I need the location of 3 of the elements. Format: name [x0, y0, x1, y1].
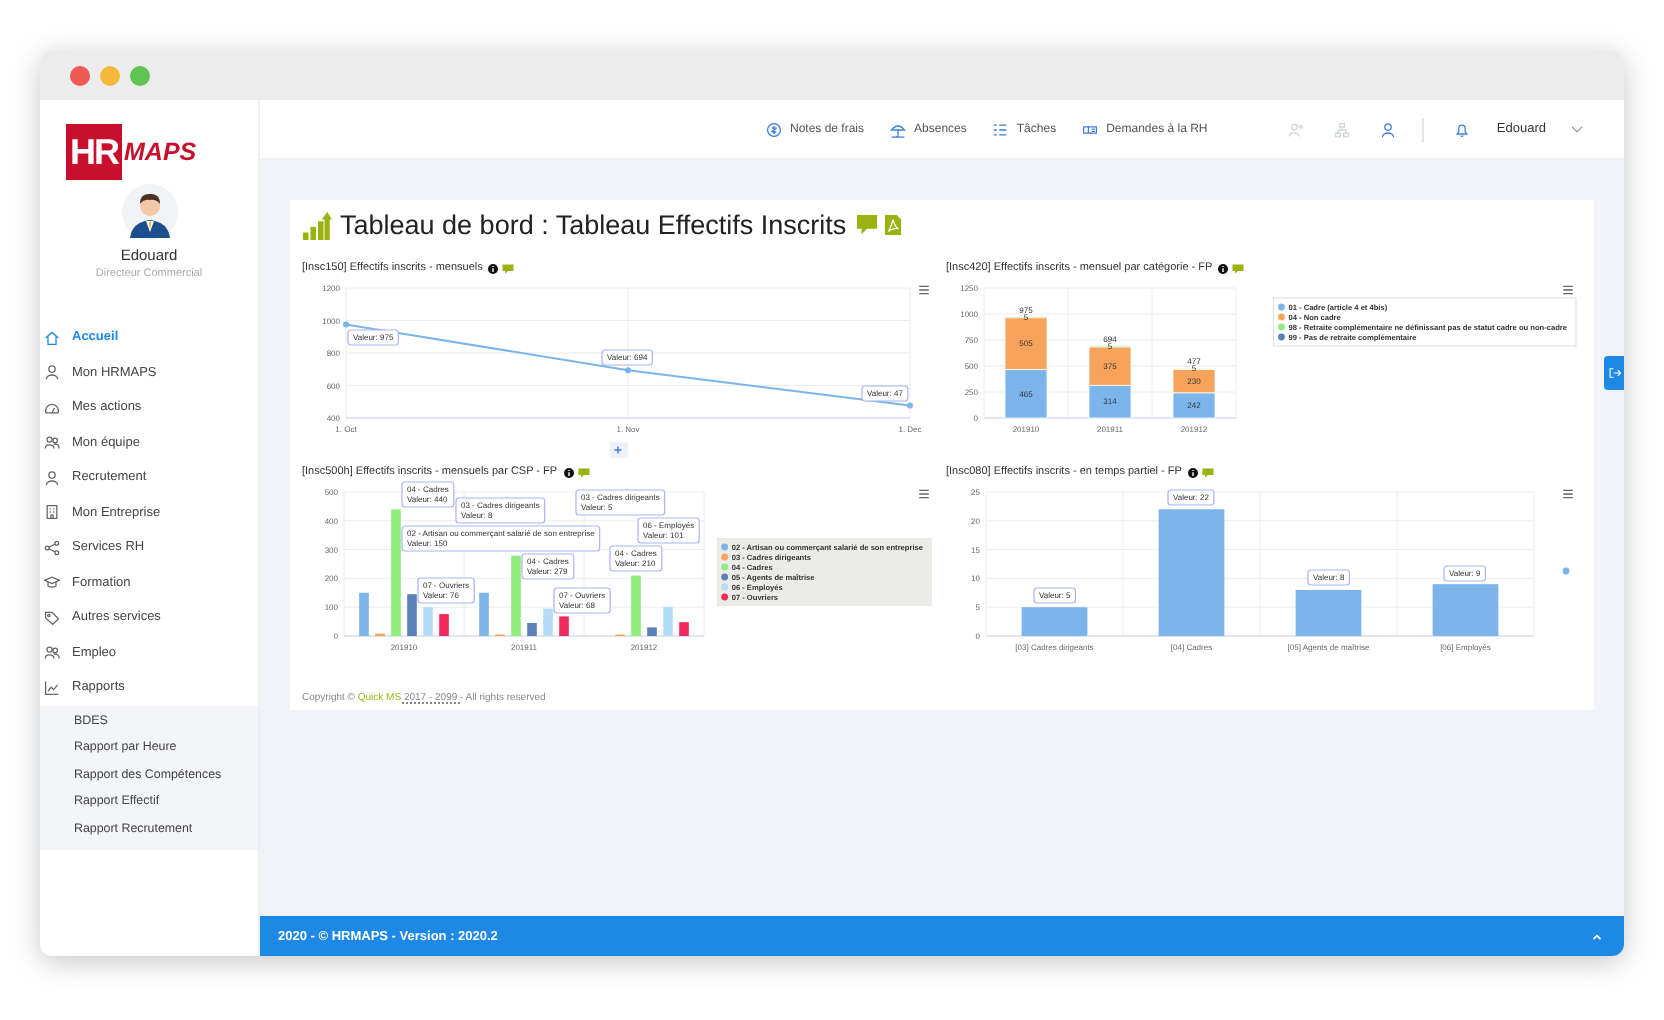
page-title: Tableau de bord : Tableau Effectifs Inscrits — [340, 209, 847, 239]
logo-mark: HR — [66, 124, 122, 180]
logo-text: MAPS — [124, 138, 197, 166]
